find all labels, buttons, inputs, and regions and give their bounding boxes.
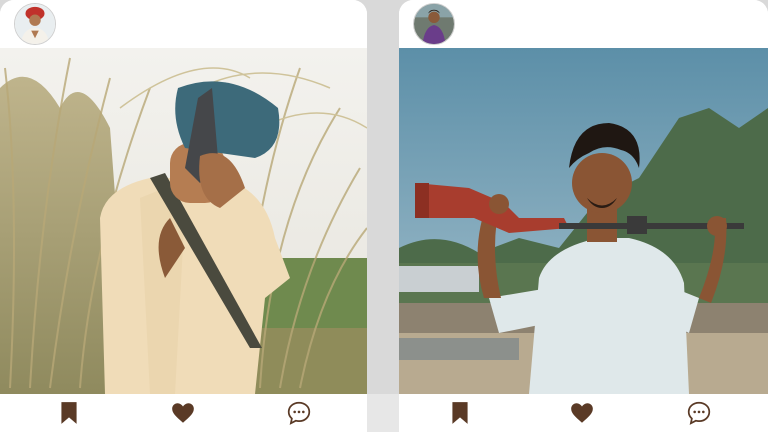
bookmark-icon[interactable] bbox=[447, 400, 473, 426]
post-card-2 bbox=[399, 0, 768, 432]
post-header bbox=[0, 0, 367, 48]
user-avatar[interactable] bbox=[14, 3, 56, 45]
post-header bbox=[399, 0, 768, 48]
post-actions bbox=[0, 394, 367, 432]
post-actions bbox=[399, 394, 768, 432]
heart-icon[interactable] bbox=[569, 400, 595, 426]
heart-icon[interactable] bbox=[170, 400, 196, 426]
post-card-1 bbox=[0, 0, 367, 432]
comment-icon[interactable] bbox=[686, 400, 712, 426]
post-image[interactable] bbox=[0, 48, 367, 394]
card-gap bbox=[367, 394, 399, 432]
post-image[interactable] bbox=[399, 48, 768, 394]
comment-icon[interactable] bbox=[286, 400, 312, 426]
user-avatar[interactable] bbox=[413, 3, 455, 45]
bookmark-icon[interactable] bbox=[56, 400, 82, 426]
